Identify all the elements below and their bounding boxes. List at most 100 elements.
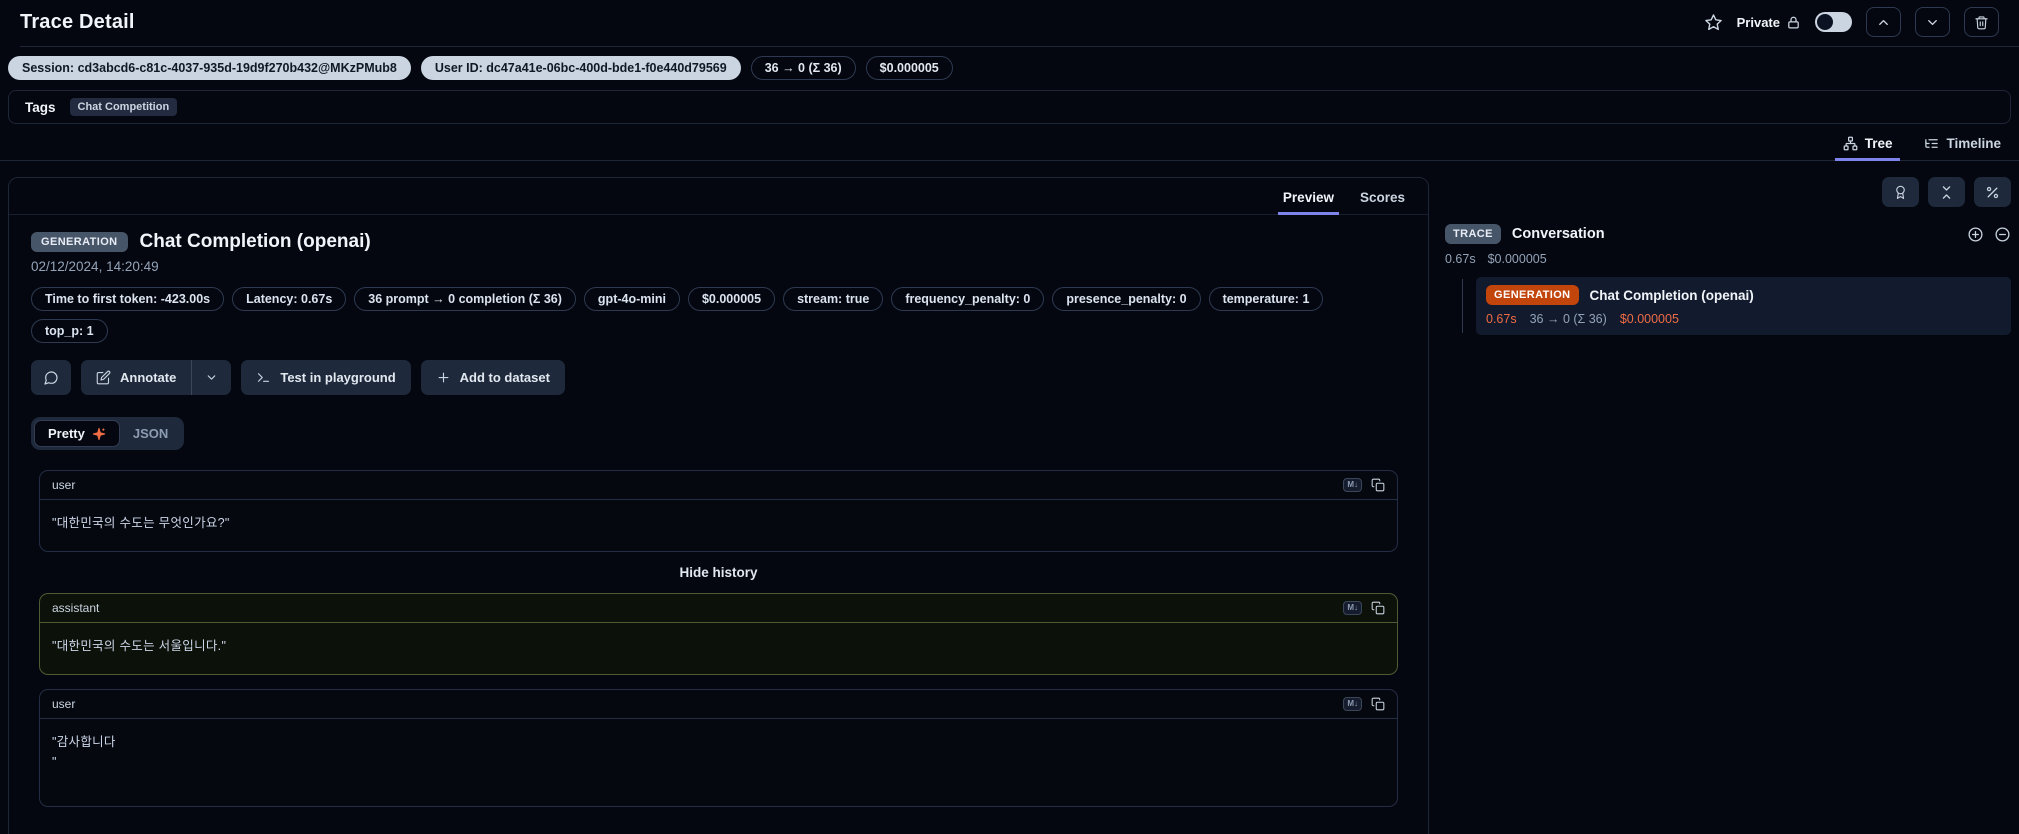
playground-button[interactable]: Test in playground bbox=[241, 360, 411, 395]
scores-toggle-button[interactable] bbox=[1882, 177, 1919, 207]
main-area: Preview Scores GENERATION Chat Completio… bbox=[0, 161, 2019, 834]
json-label: JSON bbox=[132, 426, 169, 441]
trace-root-node[interactable]: TRACE Conversation bbox=[1445, 224, 2011, 244]
collapse-node-icon[interactable] bbox=[1994, 226, 2011, 243]
trace-latency: 0.67s bbox=[1445, 252, 1476, 266]
message-content: "감사합니다 " bbox=[52, 735, 116, 769]
comments-button[interactable] bbox=[31, 360, 71, 395]
tab-scores[interactable]: Scores bbox=[1359, 188, 1406, 214]
timeline-icon bbox=[1924, 136, 1939, 151]
privacy-label: Private bbox=[1736, 14, 1780, 30]
view-tabs: Tree Timeline bbox=[0, 124, 2019, 161]
delete-trace-button[interactable] bbox=[1964, 7, 1999, 37]
copy-icon[interactable] bbox=[1371, 478, 1385, 492]
generation-type-badge: GENERATION bbox=[31, 232, 128, 252]
trace-node-label: TRACE Conversation bbox=[1445, 224, 1605, 244]
annotate-button[interactable]: Annotate bbox=[81, 360, 192, 395]
format-pretty-segment[interactable]: Pretty bbox=[34, 420, 120, 447]
prev-trace-button[interactable] bbox=[1866, 7, 1901, 37]
total-cost-badge: $0.000005 bbox=[865, 56, 953, 80]
tree-connector-line bbox=[1462, 279, 1463, 333]
message-content: "대한민국의 수도는 서울입니다." bbox=[52, 639, 227, 653]
message-role: user bbox=[52, 478, 76, 492]
generation-node-selected[interactable]: GENERATION Chat Completion (openai) 0.67… bbox=[1476, 277, 2011, 335]
message-block-user-1: user M↓ "대한민국의 수도는 무엇인가요?" bbox=[39, 470, 1398, 552]
metric-pills: Time to first token: -423.00s Latency: 0… bbox=[31, 287, 1391, 343]
sparkles-icon bbox=[92, 427, 106, 441]
trash-icon bbox=[1974, 15, 1989, 30]
pill-frequency-penalty: frequency_penalty: 0 bbox=[891, 287, 1045, 311]
award-icon bbox=[1893, 185, 1908, 200]
generation-node-header: GENERATION Chat Completion (openai) bbox=[1486, 285, 2001, 305]
chevron-up-icon bbox=[1876, 15, 1891, 30]
tree-icon bbox=[1843, 136, 1858, 151]
lock-icon bbox=[1786, 15, 1801, 30]
generation-title: Chat Completion (openai) bbox=[1589, 287, 1754, 303]
generation-cost: $0.000005 bbox=[1619, 312, 1679, 326]
format-toggle: Pretty JSON bbox=[31, 417, 185, 450]
message-content: "대한민국의 수도는 무엇인가요?" bbox=[52, 516, 230, 530]
session-badge[interactable]: Session: cd3abcd6-c81c-4037-935d-19d9f27… bbox=[8, 56, 411, 80]
pill-top-p: top_p: 1 bbox=[31, 319, 108, 343]
generation-latency: 0.67s bbox=[1486, 312, 1517, 326]
tab-timeline[interactable]: Timeline bbox=[1922, 134, 2003, 160]
star-icon[interactable] bbox=[1704, 13, 1723, 32]
top-bar-actions: Private bbox=[1704, 7, 1999, 37]
add-to-dataset-button[interactable]: Add to dataset bbox=[420, 360, 565, 395]
privacy-control: Private bbox=[1737, 15, 1801, 30]
message-tools: M↓ bbox=[1343, 697, 1385, 711]
pill-presence-penalty: presence_penalty: 0 bbox=[1052, 287, 1201, 311]
action-buttons: Annotate Test in playground Add to datas… bbox=[31, 360, 1406, 395]
messages-list: user M↓ "대한민국의 수도는 무엇인가요?" Hide history … bbox=[31, 470, 1406, 807]
metrics-toggle-button[interactable] bbox=[1974, 177, 2011, 207]
panel-tabs: Preview Scores bbox=[9, 178, 1428, 215]
generation-stats: 0.67s 36 → 0 (Σ 36) $0.000005 bbox=[1486, 312, 2001, 326]
generation-type-badge: GENERATION bbox=[1486, 285, 1579, 305]
observation-body: GENERATION Chat Completion (openai) 02/1… bbox=[9, 215, 1428, 823]
copy-icon[interactable] bbox=[1371, 601, 1385, 615]
pill-latency: Latency: 0.67s bbox=[232, 287, 347, 311]
message-header: assistant M↓ bbox=[40, 594, 1397, 623]
tree-controls bbox=[1445, 177, 2011, 207]
playground-label: Test in playground bbox=[280, 370, 396, 385]
pill-cost: $0.000005 bbox=[687, 287, 776, 311]
pill-time-to-first-token: Time to first token: -423.00s bbox=[31, 287, 225, 311]
user-id-badge[interactable]: User ID: dc47a41e-06bc-400d-bde1-f0e440d… bbox=[420, 56, 741, 80]
markdown-toggle-icon[interactable]: M↓ bbox=[1343, 697, 1362, 711]
observation-detail-card: Preview Scores GENERATION Chat Completio… bbox=[8, 177, 1429, 834]
chevron-down-icon bbox=[1925, 15, 1940, 30]
hide-history-button[interactable]: Hide history bbox=[39, 552, 1398, 593]
tab-preview[interactable]: Preview bbox=[1277, 188, 1340, 215]
generation-tokens: 36 → 0 (Σ 36) bbox=[1529, 312, 1607, 326]
pill-token-usage: 36 prompt → 0 completion (Σ 36) bbox=[354, 287, 576, 311]
privacy-toggle[interactable] bbox=[1815, 12, 1852, 32]
markdown-toggle-icon[interactable]: M↓ bbox=[1343, 478, 1362, 492]
trace-node-actions bbox=[1967, 226, 2011, 243]
tags-box: Tags Chat Competition bbox=[8, 90, 2011, 124]
tab-timeline-label: Timeline bbox=[1946, 136, 2001, 151]
toggle-knob bbox=[1817, 14, 1833, 30]
message-block-user-2: user M↓ "감사합니다 " bbox=[39, 689, 1398, 807]
tab-tree[interactable]: Tree bbox=[1834, 134, 1901, 161]
message-block-assistant: assistant M↓ "대한민국의 수도는 서울입니다." bbox=[39, 593, 1398, 675]
expand-all-icon[interactable] bbox=[1967, 226, 1984, 243]
top-bar: Trace Detail Private bbox=[0, 0, 2019, 46]
pill-model[interactable]: gpt-4o-mini bbox=[583, 287, 680, 311]
markdown-toggle-icon[interactable]: M↓ bbox=[1343, 601, 1362, 615]
chevron-down-icon bbox=[205, 371, 218, 384]
next-trace-button[interactable] bbox=[1915, 7, 1950, 37]
format-json-segment[interactable]: JSON bbox=[120, 421, 181, 446]
plus-icon bbox=[436, 370, 451, 385]
terminal-icon bbox=[256, 370, 271, 385]
percent-icon bbox=[1985, 185, 2000, 200]
tab-tree-label: Tree bbox=[1864, 136, 1893, 151]
token-usage-badge: 36 → 0 (Σ 36) bbox=[750, 56, 856, 80]
tag-chip[interactable]: Chat Competition bbox=[69, 98, 178, 116]
annotate-menu-button[interactable] bbox=[192, 360, 232, 395]
trace-children: GENERATION Chat Completion (openai) 0.67… bbox=[1445, 277, 2011, 335]
observation-timestamp: 02/12/2024, 14:20:49 bbox=[31, 259, 159, 274]
copy-icon[interactable] bbox=[1371, 697, 1385, 711]
message-header: user M↓ bbox=[40, 690, 1397, 719]
collapse-all-button[interactable] bbox=[1928, 177, 1965, 207]
trace-type-badge: TRACE bbox=[1445, 224, 1501, 244]
